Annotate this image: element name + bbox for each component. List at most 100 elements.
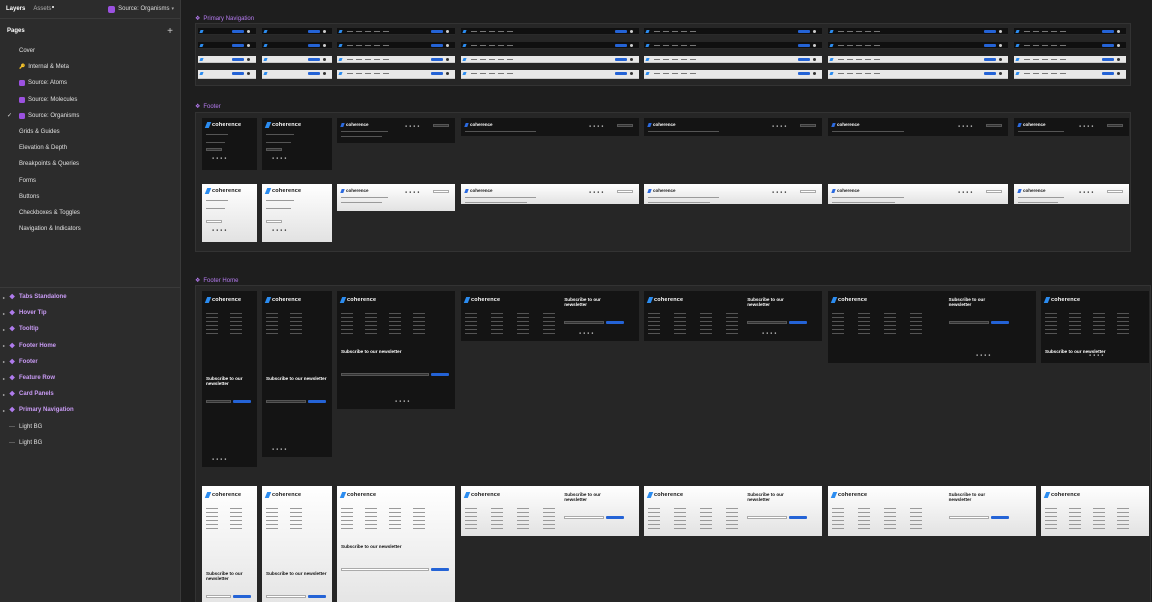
nav-variant[interactable] — [337, 56, 455, 63]
footer-home-variant-light[interactable]: coherenceSubscribe to our newsletter — [202, 486, 257, 602]
layer-item[interactable]: ▸ ❖ Hover Tip — [0, 305, 181, 321]
nav-variant[interactable] — [1014, 28, 1126, 35]
page-item[interactable]: ✓ Source: Organisms — [0, 108, 180, 124]
nav-variant[interactable] — [1014, 70, 1126, 79]
nav-variant[interactable] — [644, 42, 822, 49]
footer-variant-dark[interactable]: coherence ● ● ● ● — [828, 118, 1008, 136]
logo-mark-icon — [204, 492, 212, 498]
nav-variant[interactable] — [828, 56, 1008, 63]
footer-home-variant-dark[interactable]: coherence Subscribe to our newsletter ● ● … — [337, 291, 455, 409]
footer-home-variant-dark[interactable]: coherence Subscribe to our newsletter ● ● … — [644, 291, 822, 341]
nav-variant[interactable] — [644, 28, 822, 35]
footer-home-set[interactable]: coherence Subscribe to our newsletter ● ● … — [195, 285, 1151, 602]
assets-tab[interactable]: Assets — [33, 6, 55, 12]
page-item[interactable]: Cover — [0, 43, 180, 59]
footer-home-variant-light[interactable]: coherenceSubscribe to our newsletter — [828, 486, 1036, 536]
footer-home-variant-dark[interactable]: coherence Subscribe to our newsletter ● ● … — [202, 291, 257, 467]
primary-navigation-set[interactable] — [195, 23, 1131, 86]
page-item[interactable]: Source: Atoms — [0, 75, 180, 91]
footer-variant-dark[interactable]: coherence ● ● ● ● — [644, 118, 822, 136]
nav-variant[interactable] — [644, 70, 822, 79]
layers-tab[interactable]: Layers — [6, 6, 25, 12]
nav-variant[interactable] — [198, 28, 256, 35]
footer-home-variant-light[interactable]: coherenceSubscribe to our newsletter — [262, 486, 332, 602]
nav-variant[interactable] — [198, 42, 256, 49]
footer-variant-light[interactable]: coherence ● ● ● ● — [262, 184, 332, 242]
nav-variant[interactable] — [198, 70, 256, 79]
layer-item[interactable]: ▸ ❖ Feature Row — [0, 370, 181, 386]
layer-item[interactable]: — Light BG — [0, 419, 181, 435]
footer-variant-light[interactable]: coherence ● ● ● ● — [644, 184, 822, 204]
footer-variant-light[interactable]: coherence ● ● ● ● — [1014, 184, 1129, 204]
nav-variant[interactable] — [828, 42, 1008, 49]
footer-home-variant-dark[interactable]: coherence Subscribe to our newsletter ● ● … — [262, 291, 332, 457]
nav-variant[interactable] — [262, 28, 332, 35]
page-item[interactable]: Breakpoints & Queries — [0, 156, 180, 172]
page-item[interactable]: Checkboxes & Toggles — [0, 205, 180, 221]
page-item[interactable]: Forms — [0, 173, 180, 189]
layer-item-label: Tabs Standalone — [19, 294, 67, 301]
footer-variant-dark[interactable]: coherence ● ● ● ● — [262, 118, 332, 170]
page-item[interactable]: Grids & Guides — [0, 124, 180, 140]
social-icons: ● ● ● ● — [272, 228, 287, 232]
nav-variant[interactable] — [198, 56, 256, 63]
footer-variant-dark[interactable]: coherence ● ● ● ● — [461, 118, 639, 136]
canvas[interactable]: ❖ Primary Navigation ❖ Footer coherence ●… — [182, 0, 1152, 602]
section-label-footer-home[interactable]: ❖ Footer Home — [195, 277, 238, 285]
footer-home-variant-light[interactable]: coherenceSubscribe to our newsletter — [644, 486, 822, 536]
layer-item[interactable]: ▸ ❖ Card Panels — [0, 386, 181, 402]
footer-variant-dark[interactable]: coherence ● ● ● ● — [202, 118, 257, 170]
pages-header: Pages + — [0, 19, 180, 43]
footer-home-variant-light[interactable]: coherenceSubscribe to our newsletter — [337, 486, 455, 602]
footer-variant-light[interactable]: coherence ● ● ● ● — [461, 184, 639, 204]
footer-home-variant-dark[interactable]: coherence Subscribe to our newsletter ● ● … — [1041, 291, 1149, 363]
layer-item[interactable]: ▸ ❖ Tooltip — [0, 321, 181, 337]
nav-link — [663, 45, 669, 46]
footer-variant-dark[interactable]: coherence ● ● ● ● — [1014, 118, 1129, 136]
nav-variant[interactable] — [644, 56, 822, 63]
brand-name: coherence — [470, 188, 493, 193]
footer-link — [648, 333, 660, 334]
nav-variant[interactable] — [461, 70, 639, 79]
footer-home-variant-dark[interactable]: coherence Subscribe to our newsletter ● ● … — [461, 291, 639, 341]
page-item[interactable]: Buttons — [0, 189, 180, 205]
layer-item[interactable]: ▸ ❖ Footer — [0, 354, 181, 370]
footer-variant-dark[interactable]: coherence ● ● ● ● — [337, 118, 455, 143]
nav-variant[interactable] — [461, 42, 639, 49]
footer-home-variant-light[interactable]: coherenceSubscribe to our newsletter — [1041, 486, 1149, 536]
nav-variant[interactable] — [262, 42, 332, 49]
nav-variant[interactable] — [1014, 42, 1126, 49]
nav-variant[interactable] — [828, 28, 1008, 35]
section-label-primary-navigation[interactable]: ❖ Primary Navigation — [195, 15, 254, 23]
nav-variant[interactable] — [828, 70, 1008, 79]
layer-item[interactable]: ▸ ❖ Footer Home — [0, 338, 181, 354]
nav-variant[interactable] — [337, 42, 455, 49]
logo-mark-icon — [829, 30, 834, 33]
page-dropdown[interactable]: Source: Organisms ▾ — [108, 5, 174, 13]
nav-variant[interactable] — [337, 70, 455, 79]
footer-home-variant-dark[interactable]: coherence Subscribe to our newsletter ● ● … — [828, 291, 1036, 363]
layer-item[interactable]: — Light BG — [0, 435, 181, 451]
nav-variant[interactable] — [262, 56, 332, 63]
layer-item[interactable]: ▸ ❖ Primary Navigation — [0, 402, 181, 418]
page-item[interactable]: Elevation & Depth — [0, 140, 180, 156]
section-label-footer[interactable]: ❖ Footer — [195, 103, 221, 111]
page-item[interactable]: 🔑 Internal & Meta — [0, 59, 180, 75]
footer-variant-light[interactable]: coherence ● ● ● ● — [202, 184, 257, 242]
footer-variant-light[interactable]: coherence ● ● ● ● — [828, 184, 1008, 204]
add-page-icon[interactable]: + — [167, 26, 173, 37]
footer-variant-light[interactable]: coherence ● ● ● ● — [337, 184, 455, 211]
page-item[interactable]: Navigation & Indicators — [0, 221, 180, 237]
footer-home-variant-light[interactable]: coherenceSubscribe to our newsletter — [461, 486, 639, 536]
component-set-icon: ❖ — [9, 342, 16, 350]
nav-variant[interactable] — [461, 56, 639, 63]
layer-item[interactable]: ▸ ❖ Tabs Standalone — [0, 289, 181, 305]
nav-variant[interactable] — [262, 70, 332, 79]
nav-variant[interactable] — [337, 28, 455, 35]
footer-link — [413, 508, 425, 509]
page-item[interactable]: Source: Molecules — [0, 92, 180, 108]
nav-variant[interactable] — [1014, 56, 1126, 63]
nav-cta-button — [308, 72, 320, 75]
footer-set[interactable]: coherence ● ● ● ● coherence ● ● ● ● coherenc… — [195, 112, 1131, 252]
nav-variant[interactable] — [461, 28, 639, 35]
